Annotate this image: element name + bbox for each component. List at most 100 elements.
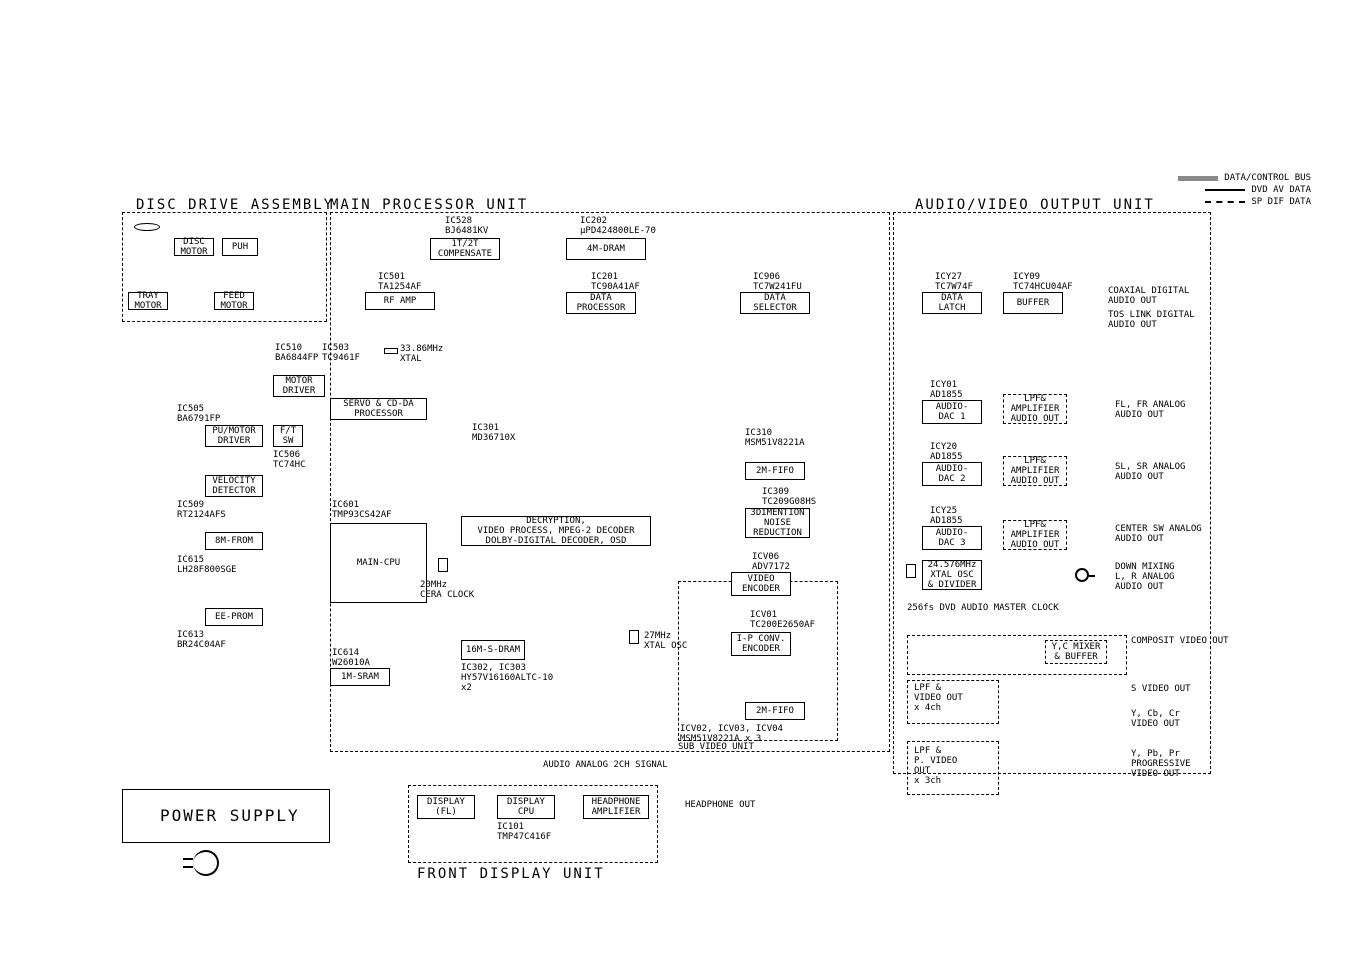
out-down-mix: DOWN MIXING L, R ANALOG AUDIO OUT (1115, 562, 1175, 592)
ic506-label: IC506 TC74HC (273, 450, 306, 470)
ac-plug-icon (193, 850, 219, 876)
legend-text: SP DIF DATA (1251, 197, 1311, 207)
icv02-04-label: ICV02, ICV03, ICV04 MSM51V8221A x 3 (680, 724, 783, 744)
display-fl: DISPLAY (FL) (417, 795, 475, 819)
xtal-3386-shape (384, 348, 398, 354)
ee-prom: EE-PROM (205, 608, 263, 626)
ic601-label: IC601 TMP93CS42AF (332, 500, 392, 520)
out-center-sw: CENTER SW ANALOG AUDIO OUT (1115, 524, 1202, 544)
section-front-display-title: FRONT DISPLAY UNIT (417, 866, 605, 882)
feed-motor: FEED MOTOR (214, 292, 254, 310)
ft-sw: F/T SW (273, 425, 303, 447)
ic202-label: IC202 µPD424800LE-70 (580, 216, 656, 236)
xtal-27m-shape (629, 630, 639, 644)
disc-icon (132, 218, 162, 236)
audio-2ch-label: AUDIO ANALOG 2CH SIGNAL (543, 760, 668, 770)
out-headphone: HEADPHONE OUT (685, 800, 755, 810)
ic302-303-label: IC302, IC303 HY57V16160ALTC-10 x2 (461, 663, 553, 693)
out-toslink: TOS LINK DIGITAL AUDIO OUT (1108, 310, 1195, 330)
xtal-27m-label: 27MHz XTAL OSC (644, 631, 687, 651)
xtal-24576-block: 24.576MHz XTAL OSC & DIVIDER (922, 560, 982, 590)
lpf-amp-3: LPF& AMPLIFIER AUDIO OUT (1003, 520, 1067, 550)
audio-dac-2: AUDIO- DAC 2 (922, 462, 982, 486)
out-fl-fr: FL, FR ANALOG AUDIO OUT (1115, 400, 1185, 420)
icy09-label: ICY09 TC74HCU04AF (1013, 272, 1073, 292)
servo-processor: SERVO & CD-DA PROCESSOR (330, 398, 427, 420)
ip-conv-encoder: I-P CONV. ENCODER (731, 632, 791, 656)
out-sl-sr: SL, SR ANALOG AUDIO OUT (1115, 462, 1185, 482)
ic906-label: IC906 TC7W241FU (753, 272, 802, 292)
icv06-label: ICV06 ADV7172 (752, 552, 790, 572)
motor-driver: MOTOR DRIVER (273, 375, 325, 397)
buffer: BUFFER (1003, 292, 1063, 314)
yc-mixer: Y,C MIXER & BUFFER (1045, 640, 1107, 664)
cera-clock-shape (438, 558, 448, 572)
ic614-label: IC614 W26010A (332, 648, 370, 668)
2m-fifo-2: 2M-FIFO (745, 702, 805, 720)
cera-clock-label: 20MHz CERA CLOCK (420, 580, 474, 600)
legend-data-bus: DATA/CONTROL BUS (1178, 173, 1311, 183)
lpf-amp-2: LPF& AMPLIFIER AUDIO OUT (1003, 456, 1067, 486)
ic310-label: IC310 MSM51V8221A (745, 428, 805, 448)
video-encoder: VIDEO ENCODER (731, 572, 791, 596)
lpf-video-4ch-label: LPF & VIDEO OUT x 4ch (914, 683, 963, 713)
ic101-label: IC101 TMP47C416F (497, 822, 551, 842)
puh: PUH (222, 238, 258, 256)
xtal-3386-label: 33.86MHz XTAL (400, 344, 443, 364)
data-processor: DATA PROCESSOR (566, 292, 636, 314)
master-clock-label: 256fs DVD AUDIO MASTER CLOCK (907, 603, 1059, 613)
legend-text: DATA/CONTROL BUS (1224, 173, 1311, 183)
3d-noise-reduction: 3DIMENTION NOISE REDUCTION (745, 508, 810, 538)
section-av-out-title: AUDIO/VIDEO OUTPUT UNIT (915, 197, 1155, 213)
legend-dvd-av: DVD AV DATA (1205, 185, 1311, 195)
lpf-amp-1: LPF& AMPLIFIER AUDIO OUT (1003, 394, 1067, 424)
disc-motor: DISC MOTOR (174, 238, 214, 256)
lpf-pvideo-3ch-label: LPF & P. VIDEO OUT x 3ch (914, 746, 957, 786)
ic201-label: IC201 TC90A41AF (591, 272, 640, 292)
icy01-label: ICY01 AD1855 (930, 380, 963, 400)
out-ypbpr: Y, Pb, Pr PROGRESSIVE VIDEO OUT (1131, 749, 1191, 779)
section-power-title: POWER SUPPLY (160, 806, 300, 825)
icy20-label: ICY20 AD1855 (930, 442, 963, 462)
main-cpu: MAIN-CPU (330, 523, 427, 603)
velocity-detector: VELOCITY DETECTOR (205, 475, 263, 497)
data-selector: DATA SELECTOR (740, 292, 810, 314)
downmix-jack (1075, 568, 1089, 582)
out-coaxial: COAXIAL DIGITAL AUDIO OUT (1108, 286, 1189, 306)
ic615-label: IC615 LH28F800SGE (177, 555, 237, 575)
pu-motor-driver: PU/MOTOR DRIVER (205, 425, 263, 447)
legend-sp-dif: SP DIF DATA (1205, 197, 1311, 207)
section-disc-drive-title: DISC DRIVE ASSEMBLY (136, 197, 334, 213)
out-svideo: S VIDEO OUT (1131, 684, 1191, 694)
ic528-label: IC528 BJ6481KV (445, 216, 488, 236)
ic509-label: IC509 RT2124AFS (177, 500, 226, 520)
audio-dac-3: AUDIO- DAC 3 (922, 526, 982, 550)
16m-sdram: 16M-S-DRAM (461, 640, 525, 660)
icy27-label: ICY27 TC7W74F (935, 272, 973, 292)
headphone-amplifier: HEADPHONE AMPLIFIER (583, 795, 649, 819)
4m-dram: 4M-DRAM (566, 238, 646, 260)
out-ycbcr: Y, Cb, Cr VIDEO OUT (1131, 709, 1180, 729)
icv01-label: ICV01 TC200E2650AF (750, 610, 815, 630)
section-main-proc-title: MAIN PROCESSOR UNIT (330, 197, 528, 213)
display-cpu: DISPLAY CPU (497, 795, 555, 819)
8m-from: 8M-FROM (205, 532, 263, 550)
ic613-label: IC613 BR24C04AF (177, 630, 226, 650)
ic501-label: IC501 TA1254AF (378, 272, 421, 292)
xtal-24576-shape (906, 564, 916, 578)
1t2t-compensate: 1T/2T COMPENSATE (430, 238, 500, 260)
icy25-label: ICY25 AD1855 (930, 506, 963, 526)
audio-dac-1: AUDIO- DAC 1 (922, 400, 982, 424)
data-latch: DATA LATCH (922, 292, 982, 314)
rf-amp: RF AMP (365, 292, 435, 310)
1m-sram: 1M-SRAM (330, 668, 390, 686)
ic503-label: IC503 TC9461F (322, 343, 360, 363)
ic510-label: IC510 BA6844FP (275, 343, 318, 363)
decryption-block: DECRYPTION, VIDEO PROCESS, MPEG-2 DECODE… (461, 516, 651, 546)
ic309-label: IC309 TC209G08HS (762, 487, 816, 507)
ic505-label: IC505 BA6791FP (177, 404, 220, 424)
tray-motor: TRAY MOTOR (128, 292, 168, 310)
legend-text: DVD AV DATA (1251, 185, 1311, 195)
ic301-label: IC301 MD36710X (472, 423, 515, 443)
out-composite: COMPOSIT VIDEO OUT (1131, 636, 1229, 646)
